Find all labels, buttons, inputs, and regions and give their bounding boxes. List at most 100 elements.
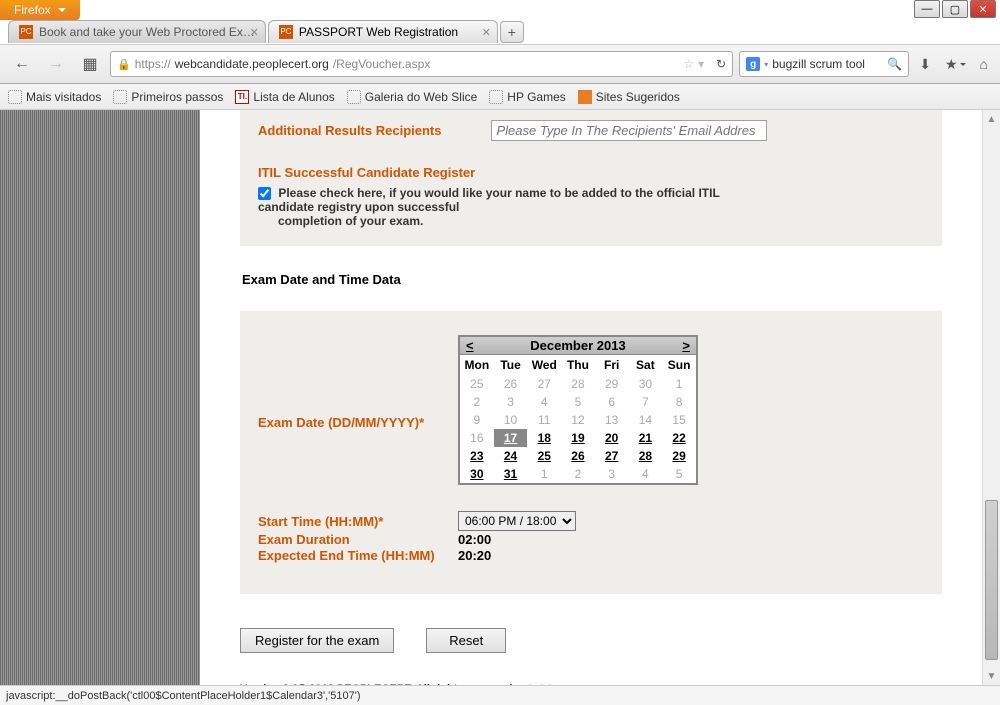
calendar-day: 4 xyxy=(527,393,561,411)
globe-icon xyxy=(8,90,22,104)
scroll-up-icon[interactable]: ▲ xyxy=(983,110,1000,128)
home-icon[interactable]: ⌂ xyxy=(976,56,992,72)
tab-groups-button[interactable]: ▦ xyxy=(76,50,104,78)
calendar-day: 13 xyxy=(595,411,629,429)
calendar-day[interactable]: 24 xyxy=(494,447,528,465)
search-bar[interactable]: g ▾ bugzill scrum tool 🔍 xyxy=(739,51,909,77)
tab-close-icon[interactable]: ✕ xyxy=(250,26,259,39)
bookmark-lista-alunos[interactable]: TI.Lista de Alunos xyxy=(235,90,334,104)
page-viewport: Additional Results Recipients ITIL Succe… xyxy=(0,110,982,685)
scroll-down-icon[interactable]: ▼ xyxy=(983,667,1000,685)
tab-book-exam[interactable]: PC Book and take your Web Proctored Ex… … xyxy=(8,20,266,43)
calendar-dow: Wed xyxy=(527,355,561,375)
calendar-day: 5 xyxy=(561,393,595,411)
calendar-day: 28 xyxy=(561,375,595,393)
downloads-icon[interactable]: ⬇ xyxy=(915,56,935,73)
minimize-button[interactable]: — xyxy=(914,0,940,18)
form-section-recipients: Additional Results Recipients ITIL Succe… xyxy=(240,110,942,246)
new-tab-button[interactable]: + xyxy=(500,21,524,43)
calendar-day: 25 xyxy=(460,375,494,393)
calendar-day[interactable]: 18 xyxy=(527,429,561,447)
calendar-day: 26 xyxy=(494,375,528,393)
itil-checkbox[interactable] xyxy=(258,187,271,200)
sidebar-stripes xyxy=(0,110,200,685)
calendar-dow: Sat xyxy=(629,355,663,375)
orange-icon xyxy=(578,90,592,104)
bookmark-galeria[interactable]: Galeria do Web Slice xyxy=(347,90,478,104)
calendar-day: 14 xyxy=(629,411,663,429)
reload-icon[interactable]: ↻ xyxy=(716,57,726,71)
itil-line1: Please check here, if you would like you… xyxy=(278,186,719,200)
forward-button[interactable]: → xyxy=(42,50,70,78)
calendar-day[interactable]: 21 xyxy=(629,429,663,447)
calendar-dow: Fri xyxy=(595,355,629,375)
vertical-scrollbar[interactable]: ▲ ▼ xyxy=(982,110,1000,685)
recipients-input[interactable] xyxy=(491,120,767,141)
calendar-dow: Tue xyxy=(494,355,528,375)
search-icon[interactable]: 🔍 xyxy=(887,57,902,71)
calendar-day: 11 xyxy=(527,411,561,429)
calendar-day: 8 xyxy=(662,393,696,411)
back-button[interactable]: ← xyxy=(8,50,36,78)
dotted-icon xyxy=(347,90,361,104)
calendar-day[interactable]: 17 xyxy=(494,429,528,447)
calendar-day[interactable]: 31 xyxy=(494,465,528,483)
calendar-day[interactable]: 30 xyxy=(460,465,494,483)
maximize-button[interactable]: ▢ xyxy=(942,0,968,18)
reset-button[interactable]: Reset xyxy=(426,628,506,653)
calendar-day: 15 xyxy=(662,411,696,429)
calendar-dow: Mon xyxy=(460,355,494,375)
scrollbar-thumb[interactable] xyxy=(985,500,998,660)
firefox-menu-button[interactable]: Firefox xyxy=(0,0,80,20)
close-button[interactable]: ✕ xyxy=(970,0,996,18)
end-time-value: 20:20 xyxy=(458,548,491,563)
bookmark-star-icon[interactable]: ☆ xyxy=(683,57,694,71)
calendar-day[interactable]: 19 xyxy=(561,429,595,447)
calendar-day[interactable]: 23 xyxy=(460,447,494,465)
calendar-day[interactable]: 27 xyxy=(595,447,629,465)
tab-strip: PC Book and take your Web Proctored Ex… … xyxy=(8,20,992,43)
calendar-day[interactable]: 26 xyxy=(561,447,595,465)
calendar-day[interactable]: 28 xyxy=(629,447,663,465)
bookmark-sites-sugeridos[interactable]: Sites Sugeridos xyxy=(578,90,680,104)
tab-close-icon[interactable]: ✕ xyxy=(482,26,491,39)
itil-heading: ITIL Successful Candidate Register xyxy=(258,165,924,180)
feed-dropdown-icon[interactable]: ▾ xyxy=(698,57,704,71)
calendar-day: 3 xyxy=(494,393,528,411)
search-engine-dropdown-icon[interactable]: ▾ xyxy=(764,60,768,69)
end-time-label: Expected End Time (HH:MM) xyxy=(258,548,458,563)
tab-passport[interactable]: PC PASSPORT Web Registration ✕ xyxy=(268,20,498,43)
calendar-day: 12 xyxy=(561,411,595,429)
calendar-prev[interactable]: < xyxy=(466,338,474,353)
bookmark-mais-visitados[interactable]: Mais visitados xyxy=(8,90,101,104)
calendar-day: 4 xyxy=(629,465,663,483)
url-host: webcandidate.peoplecert.org xyxy=(175,57,329,71)
dotted-icon xyxy=(113,90,127,104)
calendar-day[interactable]: 29 xyxy=(662,447,696,465)
calendar-day[interactable]: 22 xyxy=(662,429,696,447)
calendar-day: 9 xyxy=(460,411,494,429)
calendar-day: 29 xyxy=(595,375,629,393)
bookmarks-bar: Mais visitados Primeiros passos TI.Lista… xyxy=(0,84,1000,110)
calendar-day: 6 xyxy=(595,393,629,411)
favicon-icon: PC xyxy=(19,25,33,39)
calendar: < December 2013 > MonTueWedThuFriSatSun … xyxy=(458,335,698,485)
calendar-day: 10 xyxy=(494,411,528,429)
google-icon[interactable]: g xyxy=(746,57,760,71)
calendar-day: 16 xyxy=(460,429,494,447)
status-text: javascript:__doPostBack('ctl00$ContentPl… xyxy=(6,690,361,702)
bookmark-primeiros-passos[interactable]: Primeiros passos xyxy=(113,90,223,104)
bookmark-hp-games[interactable]: HP Games xyxy=(489,90,565,104)
calendar-next[interactable]: > xyxy=(682,338,690,353)
calendar-day[interactable]: 20 xyxy=(595,429,629,447)
register-button[interactable]: Register for the exam xyxy=(240,628,394,653)
bookmarks-menu-icon[interactable]: ★ xyxy=(941,56,970,73)
calendar-day: 3 xyxy=(595,465,629,483)
calendar-day[interactable]: 25 xyxy=(527,447,561,465)
duration-label: Exam Duration xyxy=(258,532,458,547)
address-bar[interactable]: 🔒 https://webcandidate.peoplecert.org/Re… xyxy=(110,51,733,77)
calendar-day: 2 xyxy=(460,393,494,411)
start-time-select[interactable]: 06:00 PM / 18:00 xyxy=(458,511,576,531)
ti-icon: TI. xyxy=(235,90,249,104)
calendar-day: 2 xyxy=(561,465,595,483)
